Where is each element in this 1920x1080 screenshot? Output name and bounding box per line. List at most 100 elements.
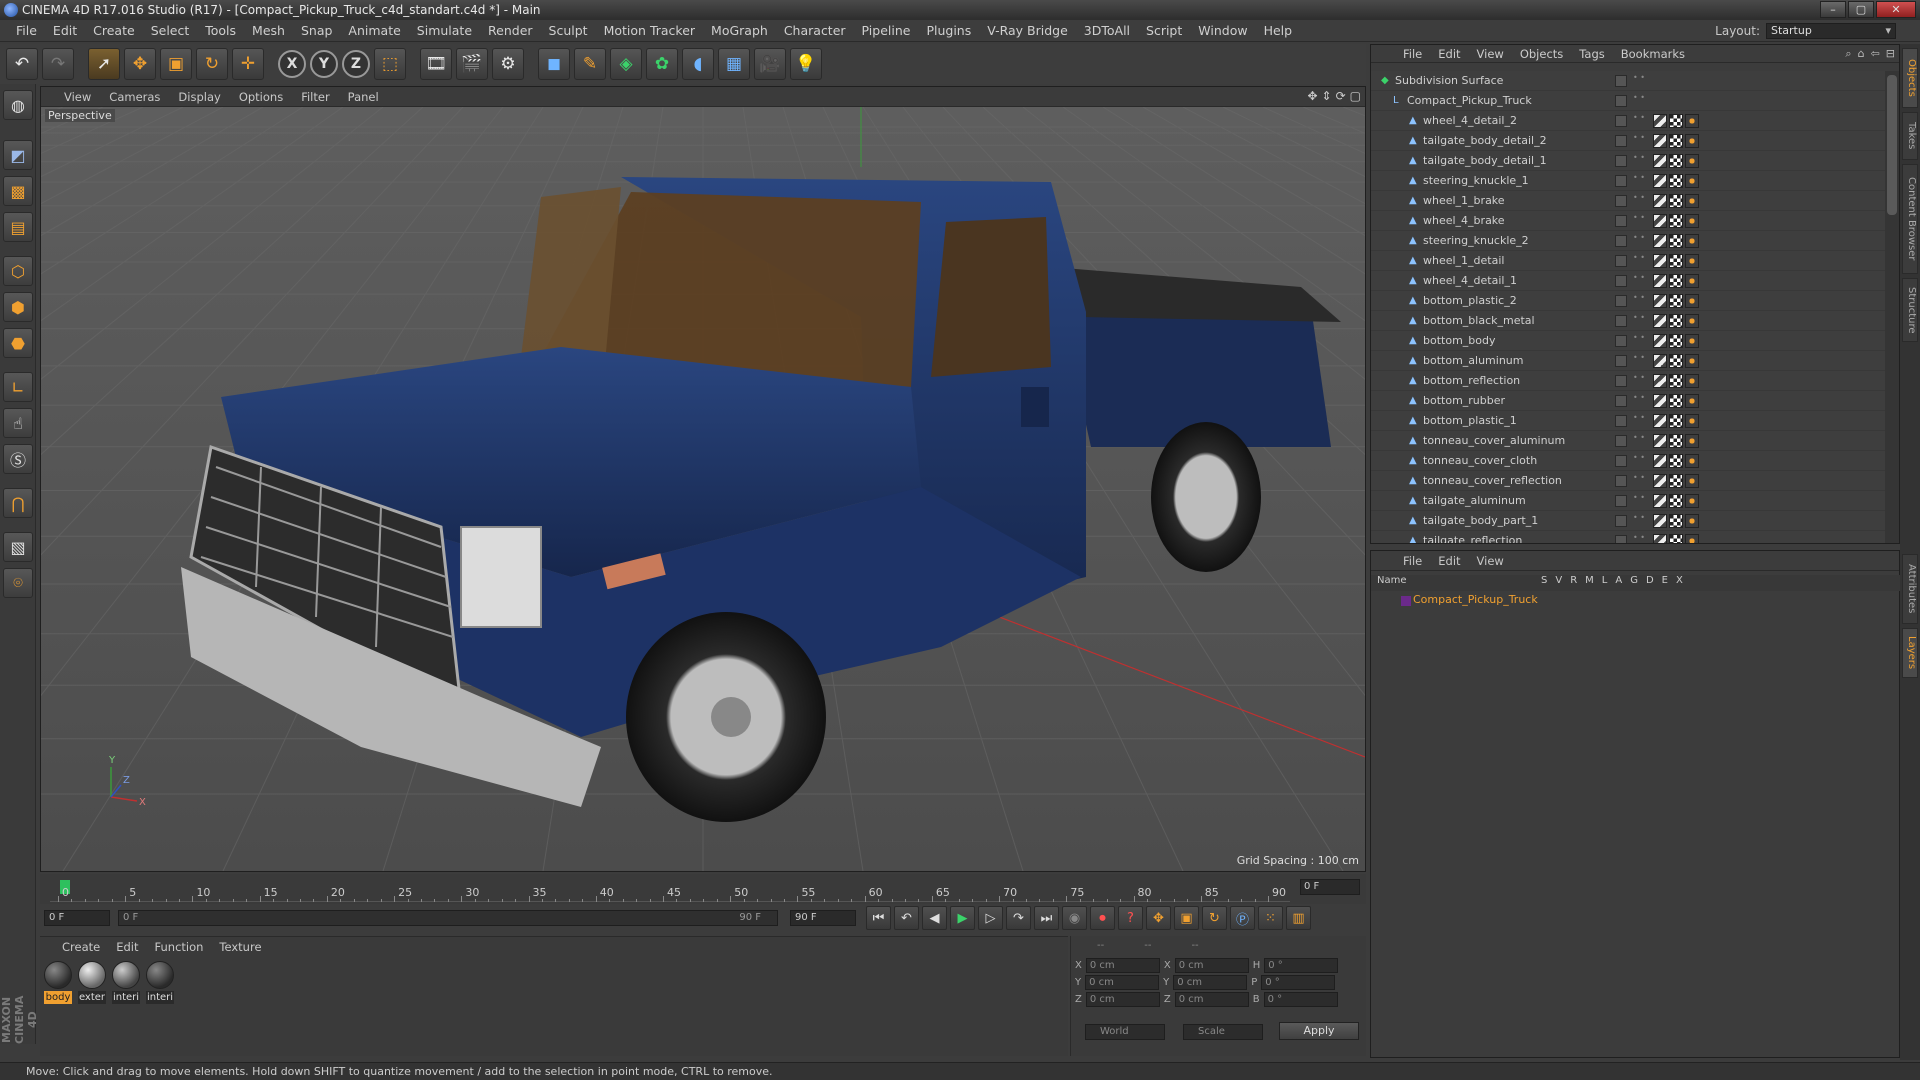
visibility-dots-icon[interactable]: • • bbox=[1633, 74, 1645, 88]
object-name[interactable]: tailgate_reflection bbox=[1423, 531, 1522, 543]
make-editable-icon[interactable]: ◍ bbox=[3, 90, 33, 120]
tab-objects[interactable]: Objects bbox=[1902, 48, 1918, 108]
record-keys-icon[interactable]: ◉ bbox=[1062, 906, 1087, 930]
object-row[interactable]: ▲ tailgate_aluminum • • bbox=[1371, 491, 1885, 511]
object-name[interactable]: tonneau_cover_cloth bbox=[1423, 451, 1537, 471]
uv-tag-icon[interactable] bbox=[1653, 374, 1667, 388]
render-view-icon[interactable]: 🎞 bbox=[420, 48, 452, 80]
tab-attributes[interactable]: Attributes bbox=[1902, 554, 1918, 624]
visibility-dots-icon[interactable]: • • bbox=[1633, 174, 1645, 188]
viewport-menu-filter[interactable]: Filter bbox=[292, 90, 338, 104]
phong-tag-icon[interactable] bbox=[1685, 374, 1699, 388]
visibility-dots-icon[interactable]: • • bbox=[1633, 314, 1645, 328]
phong-tag-icon[interactable] bbox=[1685, 254, 1699, 268]
viewport-camera-label[interactable]: Perspective bbox=[45, 109, 115, 122]
layer-column-e[interactable]: E bbox=[1662, 575, 1668, 591]
phong-tag-icon[interactable] bbox=[1685, 534, 1699, 543]
object-menu-tags[interactable]: Tags bbox=[1571, 47, 1612, 61]
object-row[interactable]: L Compact_Pickup_Truck • • bbox=[1371, 91, 1885, 111]
phong-tag-icon[interactable] bbox=[1685, 314, 1699, 328]
object-name[interactable]: Subdivision Surface bbox=[1395, 71, 1503, 91]
material-menu-edit[interactable]: Edit bbox=[108, 940, 146, 954]
object-row[interactable]: ▲ bottom_plastic_1 • • bbox=[1371, 411, 1885, 431]
object-row[interactable]: ▲ steering_knuckle_1 • • bbox=[1371, 171, 1885, 191]
object-menu-objects[interactable]: Objects bbox=[1512, 47, 1571, 61]
object-row[interactable]: ▲ wheel_1_detail • • bbox=[1371, 251, 1885, 271]
material-swatch[interactable]: body bbox=[44, 961, 72, 1004]
viewport-menu-panel[interactable]: Panel bbox=[339, 90, 388, 104]
object-name[interactable]: wheel_4_brake bbox=[1423, 211, 1505, 231]
uv-tag-icon[interactable] bbox=[1653, 354, 1667, 368]
visibility-dots-icon[interactable]: • • bbox=[1633, 374, 1645, 388]
layer-visibility-icon[interactable] bbox=[1615, 395, 1627, 407]
texture-tag-icon[interactable] bbox=[1669, 354, 1683, 368]
visibility-dots-icon[interactable]: • • bbox=[1633, 434, 1645, 448]
menu-mograph[interactable]: MoGraph bbox=[703, 20, 776, 42]
menu-render[interactable]: Render bbox=[480, 20, 541, 42]
key-point-level-icon[interactable]: ⁙ bbox=[1258, 906, 1283, 930]
layout-dropdown[interactable]: Startup bbox=[1766, 23, 1896, 39]
maximize-view-icon[interactable]: ▢ bbox=[1350, 89, 1361, 103]
object-name[interactable]: tailgate_body_detail_1 bbox=[1423, 151, 1547, 171]
layer-column-d[interactable]: D bbox=[1646, 575, 1654, 591]
layer-visibility-icon[interactable] bbox=[1615, 275, 1627, 287]
workplane-icon[interactable]: ▤ bbox=[3, 212, 33, 242]
object-menu-file[interactable]: File bbox=[1395, 47, 1430, 61]
polygons-icon[interactable]: ⬣ bbox=[3, 328, 33, 358]
uv-tag-icon[interactable] bbox=[1653, 494, 1667, 508]
layer-column-g[interactable]: G bbox=[1630, 575, 1638, 591]
menu-edit[interactable]: Edit bbox=[45, 20, 85, 42]
position-field[interactable]: 0 cm bbox=[1085, 992, 1160, 1007]
menu-pipeline[interactable]: Pipeline bbox=[854, 20, 919, 42]
uv-tag-icon[interactable] bbox=[1653, 174, 1667, 188]
tab-structure[interactable]: Structure bbox=[1902, 278, 1918, 342]
rotation-field[interactable]: 0 ° bbox=[1261, 975, 1336, 990]
uv-tag-icon[interactable] bbox=[1653, 234, 1667, 248]
texture-tag-icon[interactable] bbox=[1669, 494, 1683, 508]
texture-tag-icon[interactable] bbox=[1669, 254, 1683, 268]
visibility-dots-icon[interactable]: • • bbox=[1633, 194, 1645, 208]
preview-range-slider[interactable]: 0 F 90 F bbox=[118, 910, 778, 926]
scale-icon[interactable]: ▣ bbox=[160, 48, 192, 80]
tweak-icon[interactable]: ☝ bbox=[3, 408, 33, 438]
layer-visibility-icon[interactable] bbox=[1615, 135, 1627, 147]
phong-tag-icon[interactable] bbox=[1685, 414, 1699, 428]
layer-visibility-icon[interactable] bbox=[1615, 255, 1627, 267]
layer-visibility-icon[interactable] bbox=[1615, 95, 1627, 107]
key-scale-icon[interactable]: ▣ bbox=[1174, 906, 1199, 930]
select-icon[interactable]: ➚ bbox=[88, 48, 120, 80]
layer-column-r[interactable]: R bbox=[1570, 575, 1577, 591]
object-name[interactable]: tailgate_body_part_1 bbox=[1423, 511, 1538, 531]
visibility-dots-icon[interactable]: • • bbox=[1633, 254, 1645, 268]
visibility-dots-icon[interactable]: • • bbox=[1633, 294, 1645, 308]
uv-tag-icon[interactable] bbox=[1653, 454, 1667, 468]
axis-icon[interactable]: ∟ bbox=[3, 372, 33, 402]
object-name[interactable]: wheel_4_detail_1 bbox=[1423, 271, 1517, 291]
material-swatch[interactable]: exter bbox=[78, 961, 106, 1004]
visibility-dots-icon[interactable]: • • bbox=[1633, 514, 1645, 528]
object-name[interactable]: tonneau_cover_aluminum bbox=[1423, 431, 1565, 451]
visibility-dots-icon[interactable]: • • bbox=[1633, 334, 1645, 348]
phong-tag-icon[interactable] bbox=[1685, 434, 1699, 448]
visibility-dots-icon[interactable]: • • bbox=[1633, 114, 1645, 128]
uv-tag-icon[interactable] bbox=[1653, 134, 1667, 148]
layer-visibility-icon[interactable] bbox=[1615, 375, 1627, 387]
magnet-icon[interactable]: ⋂ bbox=[3, 488, 33, 518]
layer-visibility-icon[interactable] bbox=[1615, 175, 1627, 187]
texture-tag-icon[interactable] bbox=[1669, 134, 1683, 148]
object-row[interactable]: ▲ wheel_4_brake • • bbox=[1371, 211, 1885, 231]
tab-takes[interactable]: Takes bbox=[1902, 112, 1918, 160]
redo-icon[interactable]: ↷ bbox=[42, 48, 74, 80]
soft-select-icon[interactable]: ▧ bbox=[3, 532, 33, 562]
uv-tag-icon[interactable] bbox=[1653, 274, 1667, 288]
layer-visibility-icon[interactable] bbox=[1615, 295, 1627, 307]
menu-character[interactable]: Character bbox=[776, 20, 854, 42]
autokey-icon[interactable]: ⏺ bbox=[1090, 906, 1115, 930]
layer-visibility-icon[interactable] bbox=[1615, 315, 1627, 327]
viewport-menu-options[interactable]: Options bbox=[230, 90, 292, 104]
rotation-field[interactable]: 0 ° bbox=[1264, 958, 1339, 973]
end-frame-field[interactable]: 90 F bbox=[790, 910, 856, 926]
layer-column-l[interactable]: L bbox=[1602, 575, 1608, 591]
texture-tag-icon[interactable] bbox=[1669, 514, 1683, 528]
texture-tag-icon[interactable] bbox=[1669, 474, 1683, 488]
